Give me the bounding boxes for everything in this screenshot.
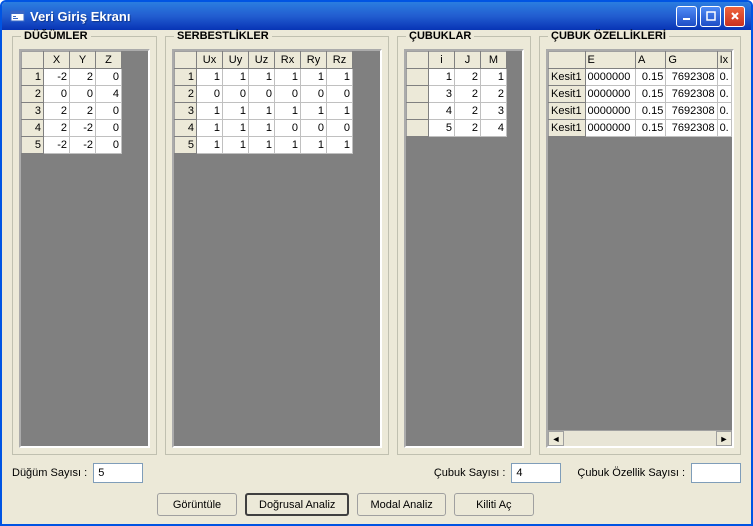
group-serbestlikler: SERBESTLİKLER Ux Uy Uz Rx Ry Rz 1111111 [165, 36, 389, 455]
table-row: 42-20 [22, 120, 122, 137]
group-title-dugumler: DÜĞÜMLER [21, 30, 91, 42]
grid-cubuklar[interactable]: i J M 121 322 423 524 [404, 49, 524, 448]
table-row: 423 [407, 103, 507, 120]
grid-ozellikler[interactable]: E A G Ix Kesit100000000.1576923080. Kesi… [546, 49, 734, 448]
cubuk-ozellik-sayisi-input[interactable] [691, 463, 741, 483]
table-row: 5-2-20 [22, 137, 122, 154]
group-dugumler: DÜĞÜMLER X Y Z 1-220 2004 3220 42-20 [12, 36, 157, 455]
dugum-sayisi-input[interactable] [93, 463, 143, 483]
close-button[interactable] [724, 6, 745, 27]
table-row: Kesit100000000.1576923080. [549, 69, 732, 86]
table-row: 524 [407, 120, 507, 137]
cubuk-sayisi-input[interactable] [511, 463, 561, 483]
table-row: 1-220 [22, 69, 122, 86]
modal-analiz-button[interactable]: Modal Analiz [357, 493, 445, 516]
table-row: Kesit100000000.1576923080. [549, 103, 732, 120]
window-title: Veri Giriş Ekranı [30, 9, 676, 24]
group-title-serbestlikler: SERBESTLİKLER [174, 30, 272, 42]
table-row: 3111111 [175, 103, 353, 120]
table-row: 4111000 [175, 120, 353, 137]
group-ozellikler: ÇUBUK ÖZELLİKLERİ E A G Ix Kesit10000000… [539, 36, 741, 455]
table-row: Kesit100000000.1576923080. [549, 86, 732, 103]
kiliti-ac-button[interactable]: Kiliti Aç [454, 493, 534, 516]
group-title-cubuklar: ÇUBUKLAR [406, 30, 474, 42]
dugum-sayisi-label: Düğüm Sayısı : [12, 467, 87, 479]
app-window: Veri Giriş Ekranı DÜĞÜMLER [0, 0, 753, 526]
table-row: 2004 [22, 86, 122, 103]
grid-dugumler[interactable]: X Y Z 1-220 2004 3220 42-20 5-2-20 [19, 49, 150, 448]
table-row: Kesit100000000.1576923080. [549, 120, 732, 137]
cubuk-ozellik-sayisi-label: Çubuk Özellik Sayısı : [577, 467, 685, 479]
table-row: 121 [407, 69, 507, 86]
horizontal-scrollbar[interactable]: ◄ ► [548, 430, 732, 446]
table-row: 1111111 [175, 69, 353, 86]
app-icon [10, 8, 26, 24]
dogrusal-analiz-button[interactable]: Doğrusal Analiz [245, 493, 349, 516]
goruntule-button[interactable]: Görüntüle [157, 493, 237, 516]
table-row: 322 [407, 86, 507, 103]
grid-serbestlikler[interactable]: Ux Uy Uz Rx Ry Rz 1111111 2000000 311111… [172, 49, 382, 448]
cubuk-sayisi-label: Çubuk Sayısı : [434, 467, 506, 479]
maximize-button[interactable] [700, 6, 721, 27]
table-row: 3220 [22, 103, 122, 120]
group-title-ozellikler: ÇUBUK ÖZELLİKLERİ [548, 30, 669, 42]
table-row: 5111111 [175, 137, 353, 154]
titlebar: Veri Giriş Ekranı [2, 2, 751, 30]
minimize-button[interactable] [676, 6, 697, 27]
scroll-right-icon[interactable]: ► [716, 431, 732, 446]
scroll-left-icon[interactable]: ◄ [548, 431, 564, 446]
group-cubuklar: ÇUBUKLAR i J M 121 322 423 524 [397, 36, 531, 455]
table-row: 2000000 [175, 86, 353, 103]
